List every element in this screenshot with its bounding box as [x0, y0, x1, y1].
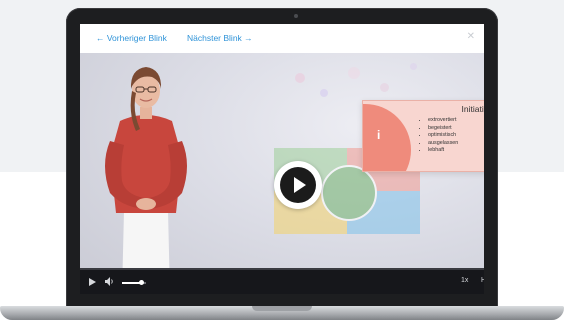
laptop-screen: ← Vorheriger Blink Nächster Blink → ✕ i … [80, 24, 484, 294]
video-frame[interactable]: i Initiativ extrovertiert begeistert opt… [80, 53, 484, 294]
card-quarter-shape [363, 104, 411, 171]
card-trait-item: ausgelassen [428, 140, 458, 148]
close-icon[interactable]: ✕ [467, 31, 475, 42]
card-trait-list: extrovertiert begeistert optimistisch au… [421, 117, 458, 155]
play-icon[interactable] [89, 278, 96, 286]
slide-circle [321, 165, 377, 221]
previous-blink-link[interactable]: ← Vorheriger Blink [96, 33, 167, 43]
volume-handle[interactable] [139, 280, 145, 285]
card-trait-item: extrovertiert [428, 117, 458, 125]
blink-navigation-bar: ← Vorheriger Blink Nächster Blink → ✕ [80, 24, 484, 53]
camera-icon [294, 14, 298, 18]
volume-slider[interactable] [122, 280, 146, 285]
card-letter: i [377, 128, 381, 142]
card-trait-item: lebhaft [428, 147, 458, 155]
play-icon [294, 177, 306, 193]
player-controls: 1x HD [80, 268, 484, 294]
volume-icon[interactable] [105, 277, 115, 286]
card-title: Initiativ [461, 104, 484, 114]
play-button-inner [280, 167, 316, 203]
next-blink-link[interactable]: Nächster Blink → [187, 33, 253, 43]
laptop-notch [252, 306, 312, 311]
page: ← Vorheriger Blink Nächster Blink → ✕ i … [0, 0, 564, 332]
speed-button[interactable]: 1x [461, 277, 468, 284]
initiativ-card: i Initiativ extrovertiert begeistert opt… [362, 100, 484, 172]
card-trait-item: optimistisch [428, 132, 458, 140]
play-button[interactable] [274, 161, 322, 209]
quality-button[interactable]: HD [481, 277, 484, 284]
card-trait-item: begeistert [428, 125, 458, 133]
video-progress-bar[interactable] [80, 268, 484, 270]
